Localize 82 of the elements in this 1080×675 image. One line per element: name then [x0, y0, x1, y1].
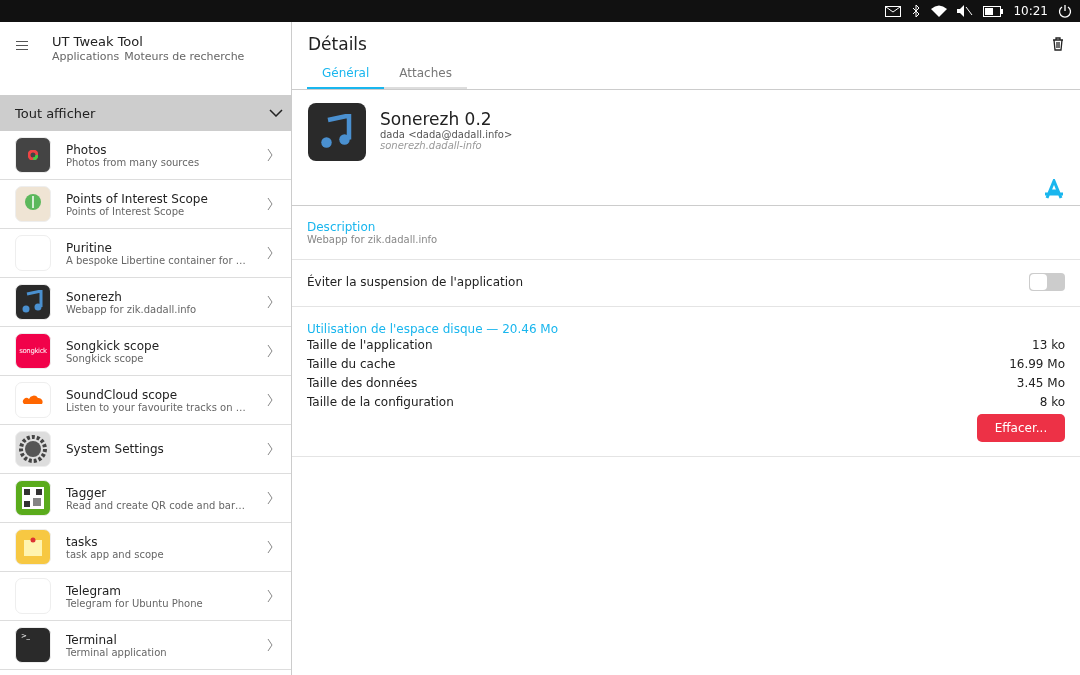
app-description: Webapp for zik.dadall.info [66, 303, 198, 315]
app-description: Photos from many sources [66, 156, 201, 168]
app-list-item[interactable]: Photos Photos from many sources [0, 131, 291, 180]
chevron-right-icon [267, 589, 273, 603]
filter-dropdown[interactable]: Tout afficher [0, 95, 291, 131]
bluetooth-icon [911, 4, 922, 18]
app-name: Puritine [66, 240, 113, 255]
app-title: UT Tweak Tool [52, 34, 144, 49]
chevron-right-icon [267, 344, 273, 358]
section-heading: Description [307, 220, 377, 234]
size-value: 3.45 Mo [1016, 375, 1065, 392]
app-name: Songkick scope [66, 338, 161, 353]
size-label: Taille de la configuration [307, 394, 454, 411]
app-name: SoundCloud scope [66, 387, 178, 402]
app-icon [15, 431, 51, 467]
app-name: Sonerezh [66, 289, 123, 304]
app-icon [308, 103, 366, 161]
app-icon [15, 529, 51, 565]
app-author: dada <dada@dadall.info> [380, 129, 513, 140]
chevron-right-icon [267, 197, 273, 211]
menu-icon[interactable] [16, 41, 28, 50]
app-name: System Settings [66, 442, 165, 456]
power-icon [1058, 4, 1072, 18]
app-list-item[interactable]: Sonerezh Webapp for zik.dadall.info [0, 278, 291, 327]
clear-button[interactable]: Effacer... [977, 414, 1065, 442]
app-description: Listen to your favourite tracks on … [66, 401, 247, 413]
chevron-right-icon [267, 246, 273, 260]
mail-icon [885, 5, 902, 17]
section-heading: Utilisation de l'espace disque — 20.46 Mo [307, 322, 560, 336]
battery-icon [983, 5, 1004, 17]
app-name: Telegram [66, 583, 122, 598]
size-label: Taille de l'application [307, 337, 433, 354]
app-name: Tagger [66, 485, 108, 500]
app-list-item[interactable]: Puritine A bespoke Libertine container for … [0, 229, 291, 278]
chevron-down-icon [269, 109, 283, 117]
app-icon [15, 382, 51, 418]
size-value: 16.99 Mo [1009, 356, 1065, 373]
size-value: 8 ko [1039, 394, 1065, 411]
app-name: Photos [66, 142, 108, 157]
chevron-right-icon [267, 148, 273, 162]
trash-icon[interactable] [1052, 37, 1064, 51]
app-description: Points of Interest Scope [66, 205, 185, 217]
app-name: Points of Interest Scope [66, 191, 209, 206]
app-icon [15, 284, 51, 320]
chevron-right-icon [267, 540, 273, 554]
chevron-right-icon [267, 442, 273, 456]
chevron-right-icon [267, 638, 273, 652]
app-icon [15, 137, 51, 173]
header-section-link[interactable]: Applications [52, 50, 120, 63]
clock-time: 10:21 [1013, 4, 1048, 18]
chevron-right-icon [267, 393, 273, 407]
size-label: Taille des données [307, 375, 418, 392]
app-list-item[interactable]: SoundCloud scope Listen to your favourite tracks on … [0, 376, 291, 425]
muted-speaker-icon [957, 5, 974, 17]
app-name: tasks [66, 534, 99, 549]
description-text: Webapp for zik.dadall.info [307, 234, 439, 245]
wifi-icon [931, 5, 948, 17]
app-name: Sonerezh 0.2 [380, 109, 493, 129]
tab[interactable]: Attaches [384, 66, 467, 89]
app-icon [15, 186, 51, 222]
toggle-switch[interactable] [1029, 273, 1065, 291]
app-list-item[interactable]: Telegram Telegram for Ubuntu Phone [0, 572, 291, 621]
app-description: task app and scope [66, 548, 165, 560]
app-description: Telegram for Ubuntu Phone [66, 597, 204, 609]
app-list-item[interactable]: tasks task app and scope [0, 523, 291, 572]
page-title: Détails [308, 34, 367, 54]
app-description: Terminal application [66, 646, 168, 658]
app-list-item[interactable]: Points of Interest Scope Points of Interest Scope [0, 180, 291, 229]
size-value: 13 ko [1032, 337, 1065, 354]
app-description: Songkick scope [66, 352, 144, 364]
header-section-link[interactable]: Moteurs de recherche [124, 50, 245, 63]
app-description: Read and create QR code and bar… [66, 499, 247, 511]
chevron-right-icon [267, 491, 273, 505]
setting-label: Éviter la suspension de l'application [307, 275, 524, 289]
package-name: sonerezh.dadall-info [380, 140, 483, 151]
chevron-right-icon [267, 295, 273, 309]
size-label: Taille du cache [307, 356, 396, 373]
app-description: A bespoke Libertine container for … [66, 254, 247, 266]
app-list-item[interactable]: System Settings [0, 425, 291, 474]
app-list-item[interactable]: Tagger Read and create QR code and bar… [0, 474, 291, 523]
app-name: Terminal [66, 632, 118, 647]
app-icon [15, 480, 51, 516]
